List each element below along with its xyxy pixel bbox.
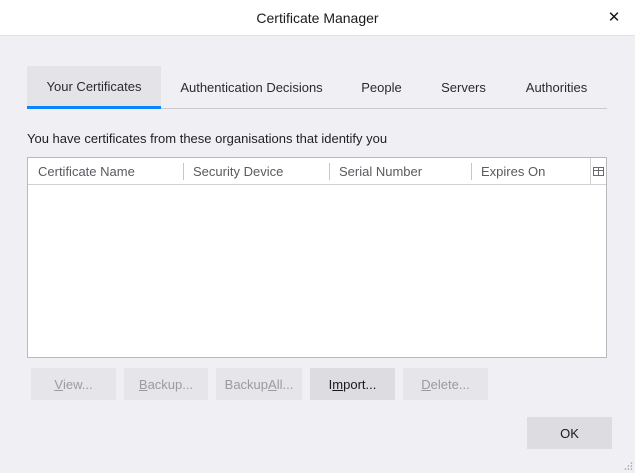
column-expires-on[interactable]: Expires On (471, 158, 590, 185)
column-serial-number[interactable]: Serial Number (329, 158, 471, 185)
column-security-device[interactable]: Security Device (183, 158, 329, 185)
backup-button: Backup... (124, 368, 208, 400)
column-certificate-name[interactable]: Certificate Name (28, 158, 183, 185)
tab-strip: Your Certificates Authentication Decisio… (27, 66, 607, 109)
tab-servers[interactable]: Servers (421, 66, 506, 109)
import-button[interactable]: Im port... (310, 368, 395, 400)
ok-button[interactable]: OK (527, 417, 612, 449)
tree-body[interactable] (28, 186, 606, 357)
description-text: You have certificates from these organis… (27, 131, 388, 146)
title-bar: Certificate Manager ✕ (0, 0, 635, 36)
certificates-tree[interactable]: Certificate Name Security Device Serial … (27, 157, 607, 358)
tab-authorities[interactable]: Authorities (506, 66, 607, 109)
backup-all-button: Backup All... (216, 368, 302, 400)
tree-header: Certificate Name Security Device Serial … (28, 158, 606, 185)
tab-authentication-decisions[interactable]: Authentication Decisions (161, 66, 342, 109)
view-button: View... (31, 368, 116, 400)
resize-grip-icon[interactable] (623, 461, 633, 471)
window-title: Certificate Manager (256, 10, 379, 26)
tab-people[interactable]: People (342, 66, 421, 109)
tab-your-certificates[interactable]: Your Certificates (27, 66, 161, 109)
delete-button: Delete... (403, 368, 488, 400)
column-picker-icon[interactable] (590, 158, 606, 185)
close-icon[interactable]: ✕ (603, 6, 625, 28)
